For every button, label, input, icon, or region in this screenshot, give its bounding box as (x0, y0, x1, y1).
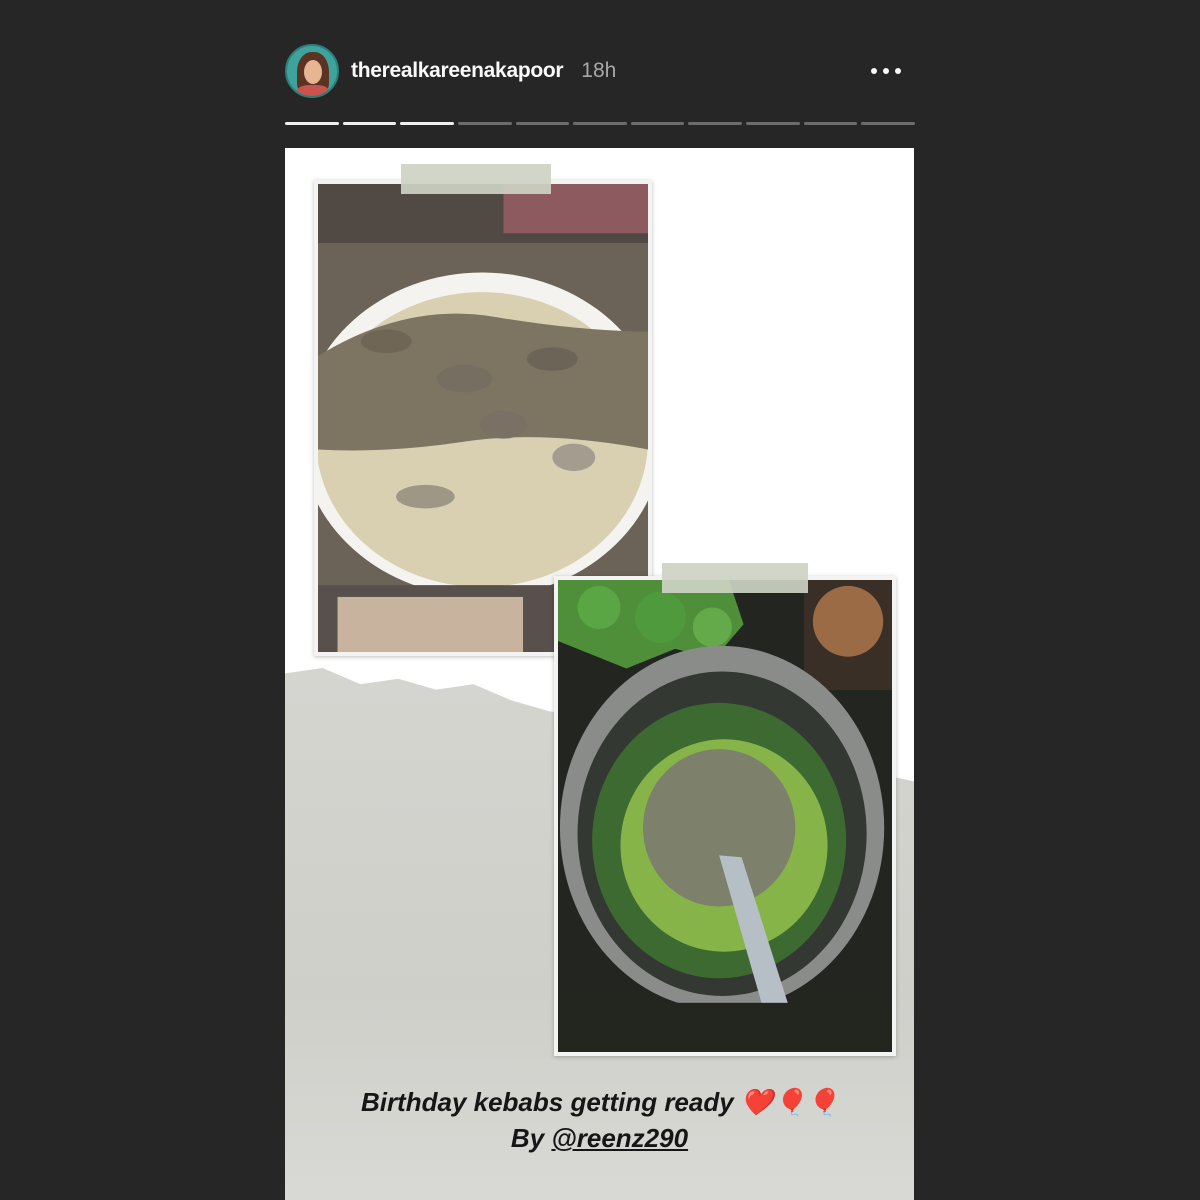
progress-segment (630, 122, 685, 125)
mention-link[interactable]: @reenz290 (551, 1123, 688, 1153)
story-progress-bar (285, 122, 916, 126)
story-header: therealkareenakapoor 18h (285, 42, 915, 100)
green-mixture-photo (554, 576, 896, 1056)
avatar[interactable] (285, 44, 339, 98)
progress-segment (746, 122, 800, 125)
tape-strip (401, 164, 551, 194)
progress-segment (342, 122, 397, 125)
progress-segment (285, 122, 339, 125)
tape-strip (662, 563, 808, 593)
avatar-top (296, 85, 330, 96)
more-options-button[interactable] (871, 68, 901, 74)
progress-segment (803, 122, 858, 125)
story-caption: Birthday kebabs getting ready ❤️🎈🎈 By @r… (285, 1084, 914, 1156)
username[interactable]: therealkareenakapoor (351, 59, 564, 83)
more-dot-icon (871, 68, 877, 74)
progress-segment (400, 122, 454, 125)
progress-segment (861, 122, 916, 125)
caption-by-label: By (510, 1123, 545, 1153)
progress-segment (457, 122, 512, 125)
more-dot-icon (883, 68, 889, 74)
progress-segment (688, 122, 743, 125)
avatar-face (304, 60, 322, 84)
progress-segment (515, 122, 570, 125)
caption-text: Birthday kebabs getting ready ❤️🎈🎈 (360, 1087, 839, 1117)
caption-credit: By @reenz290 (285, 1120, 914, 1156)
more-dot-icon (895, 68, 901, 74)
story-content[interactable] (285, 148, 914, 1200)
post-time: 18h (581, 59, 617, 82)
progress-segment (573, 122, 627, 125)
